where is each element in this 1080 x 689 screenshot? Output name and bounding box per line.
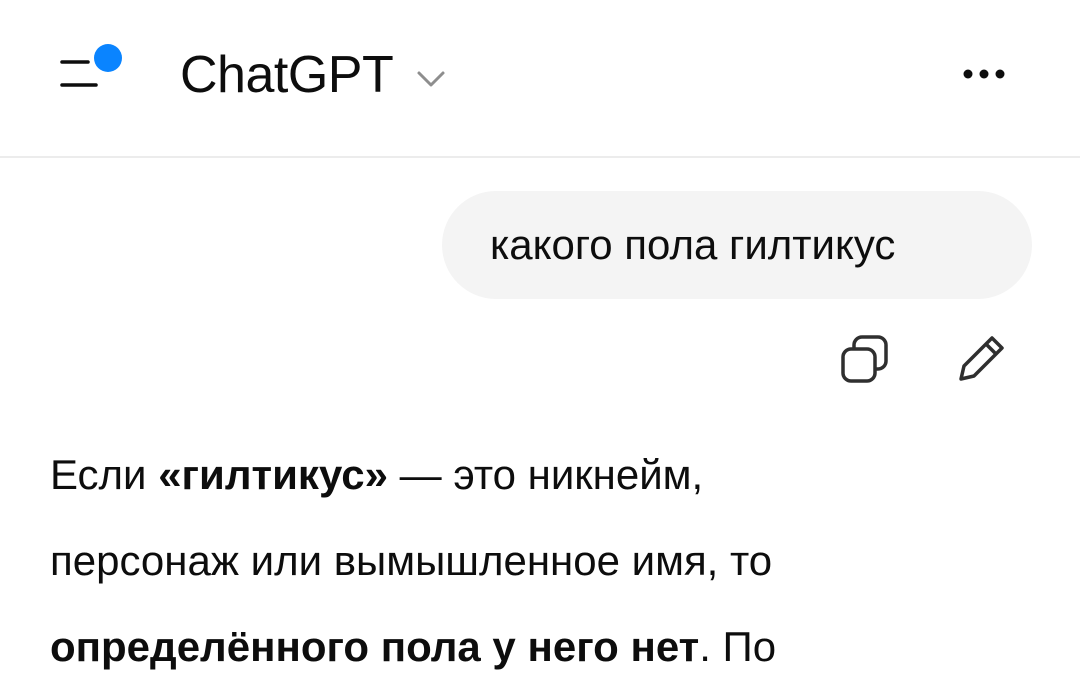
assistant-bold-statement: определённого пола у него нет — [50, 623, 700, 670]
assistant-message: Если «гилтикус» — это никнейм, персонаж … — [50, 432, 1050, 689]
sidebar-menu-button[interactable] — [58, 42, 128, 98]
assistant-bold-term: «гилтикус» — [158, 451, 388, 498]
pencil-icon — [959, 336, 1004, 381]
copy-icon — [841, 335, 888, 383]
more-horizontal-icon — [963, 69, 1005, 79]
menu-with-dot-icon — [60, 44, 122, 87]
app-title: ChatGPT — [180, 46, 394, 104]
model-selector[interactable]: ChatGPT — [180, 40, 447, 110]
assistant-line-1: Если «гилтикус» — это никнейм, — [50, 451, 704, 498]
copy-message-button[interactable] — [836, 330, 894, 388]
assistant-line-3: определённого пола у него нет. По — [50, 623, 777, 670]
top-bar: ChatGPT — [0, 0, 1080, 158]
user-message-bubble: какого пола гилтикус — [442, 191, 1032, 299]
more-options-button[interactable] — [958, 56, 1018, 92]
chevron-down-icon — [417, 71, 445, 87]
user-message-text: какого пола гилтикус — [490, 221, 896, 268]
assistant-line-2: персонаж или вымышленное имя, то — [50, 537, 773, 584]
edit-message-button[interactable] — [952, 330, 1010, 388]
